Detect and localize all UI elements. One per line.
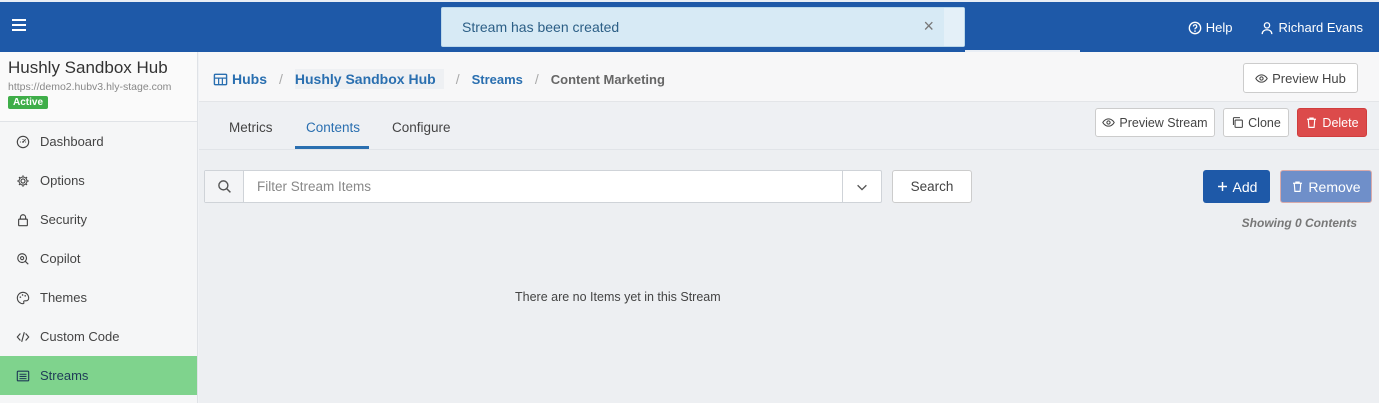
tabs-bar: Metrics Contents Configure Preview Strea… (199, 102, 1379, 150)
filter-search-group (204, 170, 882, 203)
remove-button[interactable]: Remove (1280, 170, 1372, 203)
preview-hub-label: Preview Hub (1272, 70, 1346, 86)
sidebar-item-options[interactable]: Options (0, 161, 197, 200)
filter-dropdown-toggle[interactable] (842, 171, 881, 202)
empty-state-message: There are no Items yet in this Stream (515, 290, 721, 304)
tab-configure[interactable]: Configure (392, 120, 451, 135)
chevron-down-icon (857, 184, 867, 191)
sidebar-item-themes[interactable]: Themes (0, 278, 197, 317)
palette-icon (16, 291, 30, 304)
toast-edge (944, 8, 964, 46)
sidebar-item-streams[interactable]: Streams (0, 356, 197, 395)
trash-icon (1307, 117, 1317, 128)
sidebar-item-label: Themes (40, 290, 87, 305)
stream-contents-panel: Search Add Remove Showing 0 Contents The… (199, 150, 1379, 403)
preview-stream-button[interactable]: Preview Stream (1095, 108, 1215, 137)
active-tab-indicator (295, 146, 369, 149)
sidebar-item-label: Dashboard (40, 134, 104, 149)
clone-label: Clone (1248, 115, 1281, 130)
lock-icon (18, 213, 28, 226)
remove-button-label: Remove (1308, 178, 1361, 195)
showing-count: Showing 0 Contents (1241, 216, 1357, 230)
tab-contents[interactable]: Contents (306, 120, 360, 135)
eye-icon (1255, 73, 1268, 83)
preview-stream-label: Preview Stream (1119, 115, 1208, 130)
sidebar: Hushly Sandbox Hub https://demo2.hubv3.h… (0, 52, 198, 403)
table-icon (213, 73, 228, 85)
toast-message: Stream has been created (462, 19, 620, 35)
list-icon (16, 370, 30, 381)
hub-name: Hushly Sandbox Hub (8, 58, 168, 77)
question-circle-icon (1188, 21, 1202, 34)
top-right-menu: Help Richard Evans (1188, 20, 1363, 35)
add-button-label: Add (1232, 178, 1258, 195)
sidebar-item-label: Streams (40, 368, 89, 383)
user-menu[interactable]: Richard Evans (1260, 20, 1363, 35)
code-icon (16, 331, 30, 342)
breadcrumb-separator: / (279, 71, 283, 87)
breadcrumb-separator: / (455, 71, 460, 87)
breadcrumb-current: Content Marketing (550, 71, 665, 87)
search-icon-box (205, 171, 244, 202)
toast-notification: Stream has been created × (441, 7, 965, 47)
sidebar-item-custom-code[interactable]: Custom Code (0, 317, 197, 356)
status-badge: Active (8, 96, 49, 109)
sidebar-item-security[interactable]: Security (0, 200, 197, 239)
hub-url: https://demo2.hubv3.hly-stage.com (8, 81, 172, 93)
tab-metrics[interactable]: Metrics (229, 120, 273, 135)
plus-icon (1217, 182, 1227, 191)
user-icon (1261, 21, 1273, 34)
sidebar-item-label: Security (40, 212, 87, 227)
sidebar-item-label: Options (40, 173, 85, 188)
breadcrumb-streams[interactable]: Streams (472, 72, 523, 87)
help-link[interactable]: Help (1188, 20, 1233, 35)
trash-icon (1293, 181, 1303, 192)
hub-info: Hushly Sandbox Hub https://demo2.hubv3.h… (0, 52, 197, 122)
breadcrumb-hub[interactable]: Hushly Sandbox Hub (294, 69, 444, 89)
breadcrumb-separator: / (534, 71, 539, 87)
search-button-label: Search (910, 179, 954, 194)
breadcrumb-hubs[interactable]: Hubs (213, 71, 267, 87)
breadcrumb-hubs-label: Hubs (232, 71, 267, 87)
gear-icon (17, 174, 29, 187)
dashboard-icon (16, 135, 30, 148)
copilot-icon (17, 252, 29, 265)
sidebar-item-label: Custom Code (40, 329, 120, 344)
clone-button[interactable]: Clone (1223, 108, 1289, 137)
eye-icon (1102, 118, 1116, 127)
search-icon (217, 180, 231, 193)
breadcrumb-bar: Hubs / Hushly Sandbox Hub / Streams / Co… (199, 52, 1379, 102)
sidebar-item-copilot[interactable]: Copilot (0, 239, 197, 278)
close-icon[interactable]: × (923, 16, 934, 37)
search-button[interactable]: Search (892, 170, 972, 203)
sidebar-item-label: Copilot (40, 251, 81, 266)
filter-stream-items-input[interactable] (245, 171, 843, 202)
hamburger-menu-icon[interactable] (12, 19, 26, 31)
preview-hub-button[interactable]: Preview Hub (1243, 63, 1358, 93)
user-name: Richard Evans (1278, 20, 1363, 35)
delete-button[interactable]: Delete (1297, 108, 1367, 137)
sidebar-item-dashboard[interactable]: Dashboard (0, 122, 197, 161)
copy-icon (1233, 117, 1244, 128)
add-button[interactable]: Add (1203, 170, 1270, 203)
help-label: Help (1205, 20, 1233, 35)
delete-label: Delete (1322, 115, 1359, 130)
breadcrumb: Hubs / Hushly Sandbox Hub / Streams / Co… (213, 69, 665, 89)
